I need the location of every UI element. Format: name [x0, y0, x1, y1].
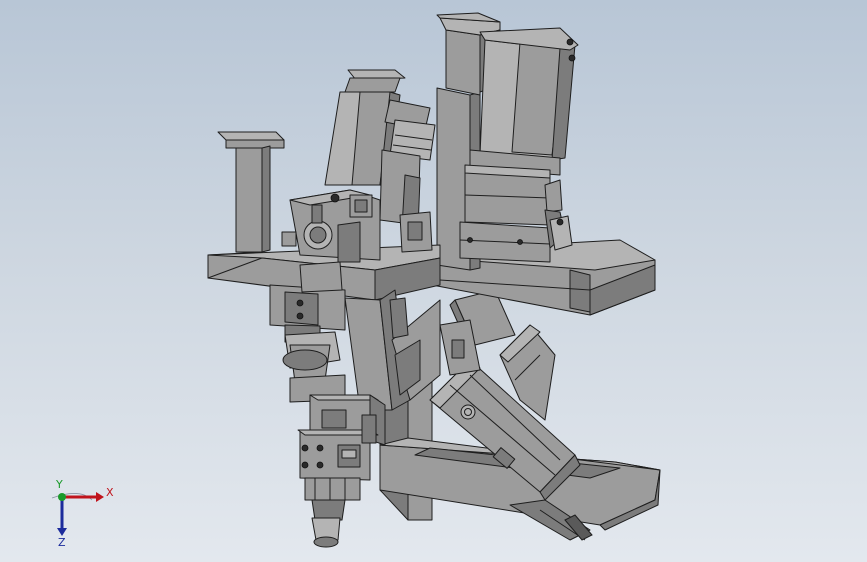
- slide-block: [269, 284, 346, 403]
- tool-head: [297, 394, 386, 548]
- y-axis-dot: [58, 493, 66, 501]
- x-axis-arrow: [96, 492, 104, 502]
- x-axis-label: X: [106, 486, 114, 499]
- cad-viewport[interactable]: .p { fill: #9c9c9c; stroke: #1e1e1e; str…: [0, 0, 867, 562]
- z-axis-arrow: [57, 528, 67, 536]
- orientation-triad: X Y Z: [51, 478, 114, 548]
- z-axis-label: Z: [58, 536, 66, 548]
- cad-model-view[interactable]: .p { fill: #9c9c9c; stroke: #1e1e1e; str…: [0, 0, 867, 562]
- y-axis-label: Y: [55, 478, 63, 491]
